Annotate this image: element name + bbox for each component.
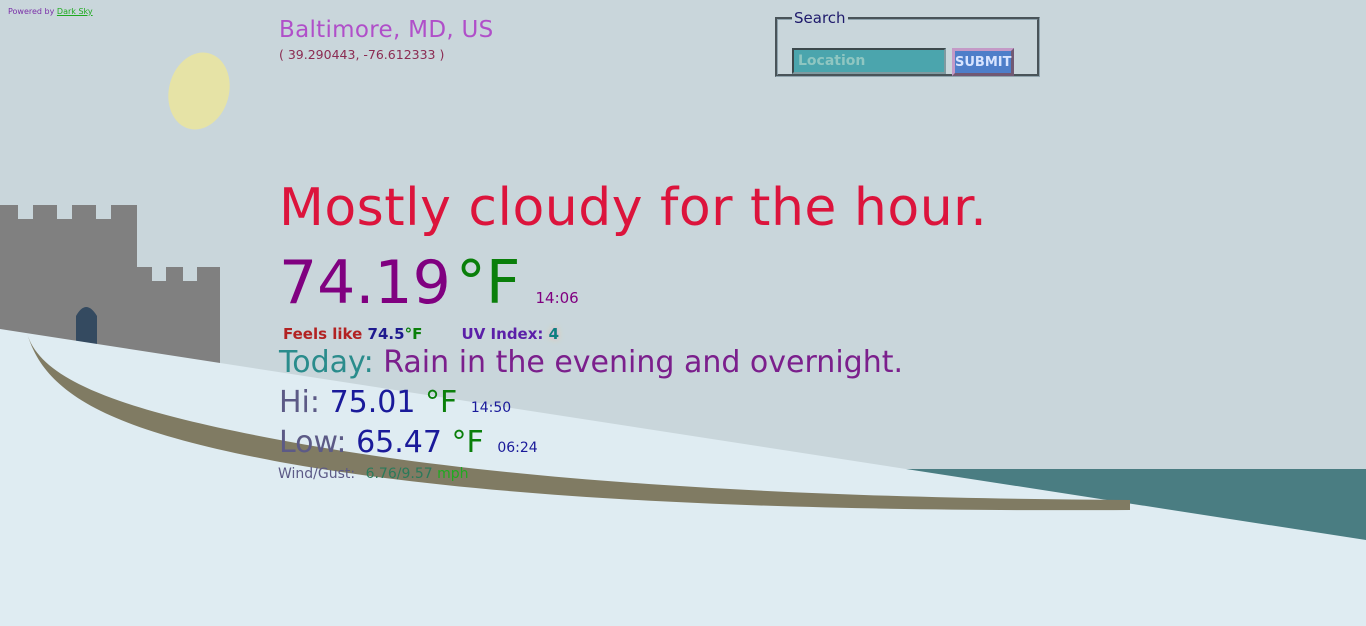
location-input[interactable] [792,48,946,74]
low-temperature-row: Low: 65.47 °F 06:24 [279,425,538,460]
today-row: Today: Rain in the evening and overnight… [279,345,903,380]
low-label: Low: [279,425,347,460]
search-form: Search SUBMIT [775,9,1040,77]
low-time: 06:24 [497,440,538,456]
high-label: Hi: [279,385,321,420]
location-title: Baltimore, MD, US [279,17,494,43]
current-temperature-row: 74.19 °F 14:06 [279,248,579,318]
low-unit: °F [451,425,484,460]
wind-label: Wind/Gust: [278,466,356,482]
feels-like-row: Feels like 74.5°F UV Index: 4 [283,325,559,343]
high-temperature-row: Hi: 75.01 °F 14:50 [279,385,511,420]
location-coordinates: ( 39.290443, -76.612333 ) [279,47,445,62]
high-value: 75.01 [329,385,416,420]
today-summary: Rain in the evening and overnight. [383,345,904,380]
search-legend: Search [794,9,846,27]
submit-button[interactable]: SUBMIT [952,48,1014,76]
current-temperature-unit: °F [455,248,521,318]
feels-like-value: 74.5 [367,325,405,343]
attribution-prefix: Powered by [8,7,55,16]
attribution: Powered by Dark Sky [8,7,93,16]
castle-door [76,307,97,345]
current-summary: Mostly cloudy for the hour. [279,178,988,238]
dark-sky-link[interactable]: Dark Sky [57,7,93,16]
high-unit: °F [425,385,458,420]
wind-row: Wind/Gust: 6.76/9.57 mph [278,466,469,482]
wind-value: 6.76/9.57 [365,466,433,482]
today-label: Today: [279,345,374,380]
current-temperature: 74.19 [279,248,451,318]
current-time: 14:06 [535,289,579,307]
uv-index-label: UV Index: [461,325,544,343]
uv-index-value: 4 [548,325,560,343]
feels-like-unit: °F [404,325,423,343]
feels-like-label: Feels like [283,325,363,343]
high-time: 14:50 [470,400,512,416]
low-value: 65.47 [356,425,442,460]
winter-castle-scene [0,0,1366,626]
wind-unit: mph [437,466,469,482]
